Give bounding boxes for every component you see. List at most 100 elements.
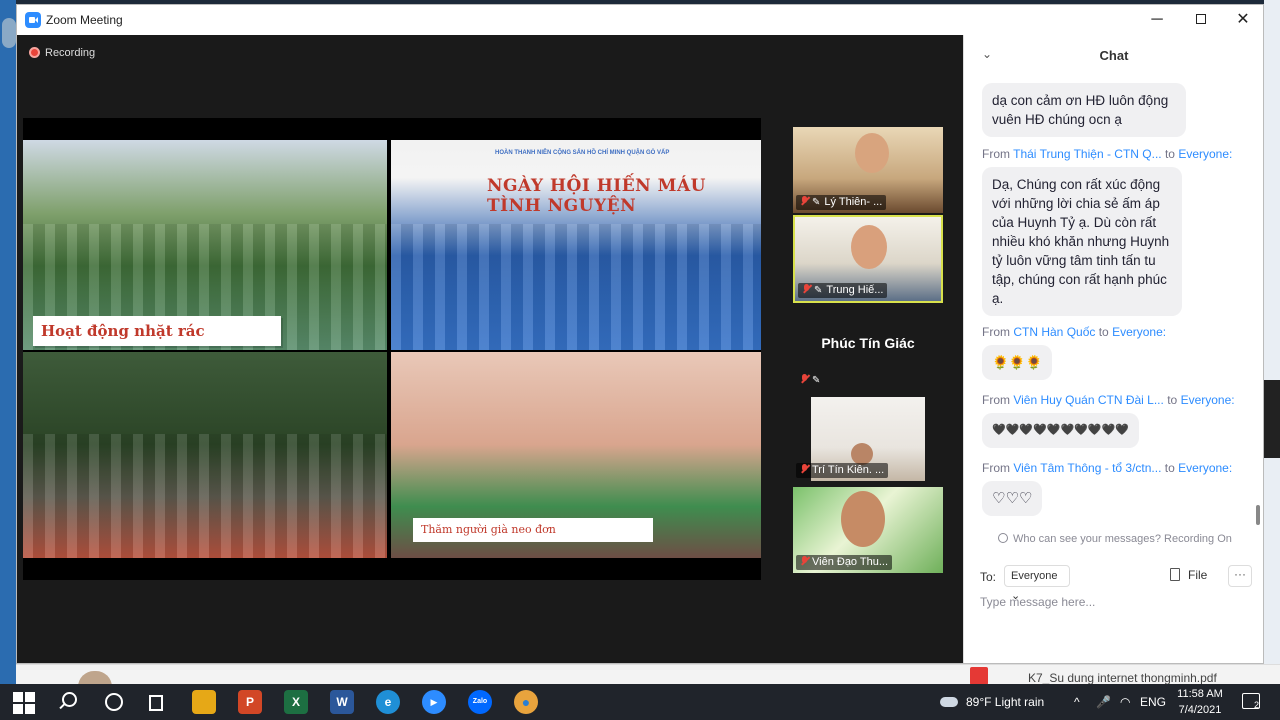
photo-volunteers-outdoor: [23, 352, 387, 558]
participant-tile[interactable]: Trí Tín Kiên. ...: [793, 397, 943, 481]
background-window-strip: [1264, 380, 1280, 458]
recording-dot-icon: [29, 47, 40, 58]
clock-time: 11:58 AM: [1177, 688, 1223, 700]
maximize-icon: [1196, 14, 1206, 24]
participant-name-bar: Viên Đạo Thu...: [796, 555, 893, 570]
sender-name[interactable]: Viên Huy Quán CTN Đài L...: [1013, 393, 1164, 407]
background-document-name: K7_Su dung internet thongminh.pdf: [1028, 671, 1217, 685]
participant-name: Viên Đạo Thu...: [812, 556, 889, 568]
privacy-notice[interactable]: Who can see your messages? Recording On: [998, 533, 1232, 545]
sender-name[interactable]: Viên Tâm Thông - tổ 3/ctn...: [1013, 461, 1161, 475]
from-prefix: From: [982, 393, 1010, 407]
windows-logo-icon: [13, 704, 23, 714]
start-button[interactable]: [12, 690, 36, 714]
participant-face: [855, 133, 889, 173]
recipient-name[interactable]: Everyone:: [1178, 461, 1232, 475]
participant-name-large: Phúc Tín Giác: [821, 335, 915, 351]
participant-tile-active-speaker[interactable]: ✎ Trung Hiế...: [793, 215, 943, 303]
windows-logo-icon: [13, 692, 23, 702]
participant-tile[interactable]: Phúc Tín Giác ✎: [793, 307, 943, 391]
task-view-icon[interactable]: [146, 690, 170, 714]
cloud-rain-icon: [940, 697, 958, 707]
language-indicator[interactable]: ENG: [1140, 684, 1166, 720]
maximize-button[interactable]: [1179, 5, 1223, 35]
mic-muted-icon: [800, 196, 809, 206]
caption-elderly-visit: Thăm người già neo đơn: [413, 518, 653, 542]
more-options-button[interactable]: ···: [1228, 565, 1252, 587]
show-hidden-icons-button[interactable]: ^: [1074, 684, 1080, 720]
from-prefix: From: [982, 147, 1010, 161]
file-label: File: [1188, 568, 1208, 582]
participant-name-bar: Trí Tín Kiên. ...: [796, 463, 889, 478]
clock-date: 7/4/2021: [1178, 704, 1222, 716]
from-prefix: From: [982, 325, 1010, 339]
photo-blood-donation: HOÀN THANH NIÊN CỘNG SẢN HỒ CHÍ MINH QUẬ…: [391, 140, 761, 350]
microphone-icon[interactable]: 🎤: [1096, 684, 1111, 720]
weather-widget[interactable]: 89°F Light rain: [940, 684, 1044, 720]
word-icon[interactable]: W: [330, 690, 354, 714]
to-word: to: [1098, 325, 1109, 339]
window-title: Zoom Meeting: [46, 13, 123, 27]
chat-message-input[interactable]: Type message here...: [980, 595, 1095, 609]
zoom-icon[interactable]: ▶: [422, 690, 446, 714]
excel-icon[interactable]: X: [284, 690, 308, 714]
participant-tile[interactable]: Viên Đạo Thu...: [793, 487, 943, 573]
background-window-peek: K7_Su dung internet thongminh.pdf: [16, 664, 1280, 687]
participant-tile[interactable]: ✎ Lý Thiên- ...: [793, 127, 943, 213]
chrome-icon[interactable]: ●: [514, 690, 538, 714]
edge-icon[interactable]: e: [376, 690, 400, 714]
to-word: to: [1164, 461, 1175, 475]
participant-name-bar: ✎: [796, 373, 828, 388]
wifi-icon[interactable]: ◠: [1120, 684, 1130, 720]
minimize-button[interactable]: ─: [1135, 5, 1179, 35]
sender-name[interactable]: CTN Hàn Quốc: [1013, 325, 1095, 339]
shared-screen: Hoạt động nhặt rác HOÀN THANH NIÊN CỘNG …: [23, 118, 761, 580]
recipient-name[interactable]: Everyone:: [1112, 325, 1166, 339]
participant-face: [851, 225, 887, 269]
desktop-left-edge: [0, 0, 16, 684]
chat-message: 🖤🖤🖤🖤🖤🖤🖤🖤🖤🖤: [982, 413, 1139, 448]
desktop-right-edge: [1264, 0, 1280, 684]
participant-face: [841, 491, 885, 547]
recipient-value: Everyone: [1011, 570, 1058, 582]
recipient-name[interactable]: Everyone:: [1181, 393, 1235, 407]
taskbar: P X W e ▶ Zalo ● 89°F Light rain ^ 🎤 ◠ E…: [0, 684, 1280, 720]
poster-subtitle: HOÀN THANH NIÊN CỘNG SẢN HỒ CHÍ MINH QUẬ…: [495, 150, 670, 156]
zoom-logo-icon: [25, 12, 41, 28]
chat-message: dạ con cảm ơn HĐ luôn động vuên HĐ chúng…: [982, 83, 1186, 137]
chat-panel: ⌄ Chat dạ con cảm ơn HĐ luôn động vuên H…: [963, 35, 1263, 663]
zalo-icon[interactable]: Zalo: [468, 690, 492, 714]
windows-logo-icon: [25, 692, 35, 702]
participant-name: Trung Hiế...: [826, 284, 884, 296]
notification-center-icon[interactable]: 2: [1242, 693, 1260, 710]
photo-crowd: [391, 224, 761, 350]
privacy-notice-text: Who can see your messages? Recording On: [1013, 533, 1232, 545]
person-icon: [998, 533, 1008, 543]
participant-name: Trí Tín Kiên. ...: [812, 464, 885, 476]
sender-name[interactable]: Thái Trung Thiện - CTN Q...: [1013, 147, 1162, 161]
participant-name-bar: ✎ Trung Hiế...: [798, 283, 888, 298]
file-explorer-icon[interactable]: [192, 690, 216, 714]
recording-label: Recording: [45, 47, 96, 59]
clock[interactable]: 11:58 AM 7/4/2021: [1170, 686, 1230, 718]
file-icon: [1170, 568, 1180, 581]
from-prefix: From: [982, 461, 1010, 475]
close-button[interactable]: ✕: [1221, 5, 1265, 35]
chat-title: Chat: [1099, 48, 1129, 63]
weather-text: 89°F Light rain: [966, 695, 1045, 709]
chat-message: ♡♡♡: [982, 481, 1043, 516]
recipient-name[interactable]: Everyone:: [1178, 147, 1232, 161]
poster-title: NGÀY HỘI HIẾN MÁU TÌNH NGUYỆN: [487, 176, 706, 216]
search-icon[interactable]: [58, 690, 82, 714]
cortana-icon[interactable]: [102, 690, 126, 714]
recipient-select[interactable]: Everyone ⌄: [1004, 565, 1070, 602]
caption-litter-pickup: Hoạt động nhặt rác: [33, 316, 281, 346]
recording-indicator[interactable]: Recording: [29, 47, 95, 59]
to-word: to: [1167, 393, 1178, 407]
file-button[interactable]: File: [1170, 568, 1207, 582]
pin-icon: ✎: [812, 375, 821, 386]
powerpoint-icon[interactable]: P: [238, 690, 262, 714]
chat-from-line: From Viên Huy Quán CTN Đài L... to Every…: [982, 393, 1235, 407]
to-word: to: [1164, 147, 1175, 161]
chat-scrollbar[interactable]: [1256, 505, 1260, 525]
